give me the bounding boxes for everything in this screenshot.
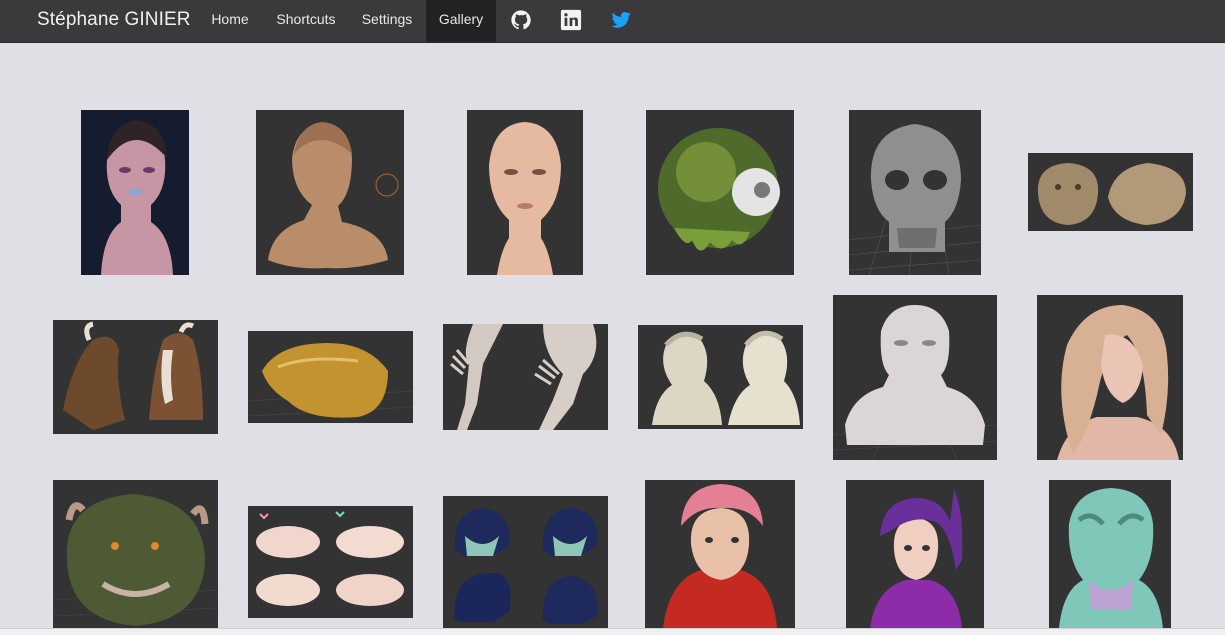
gallery-item-tiger-heads[interactable] [1028,153,1193,231]
top-navbar: Stéphane GINIER Home Shortcuts Settings … [0,0,1225,43]
gallery-item-green-monster[interactable] [53,480,218,628]
linkedin-icon[interactable] [560,9,582,31]
gallery-item-horse-heads[interactable] [53,320,218,434]
gallery-item-pink-hair-boy[interactable] [645,480,795,628]
gallery-item-pink-blobs[interactable] [248,506,413,618]
gallery-item-long-hair-woman[interactable] [1037,295,1183,460]
gallery-item-purple-hair-girl[interactable] [846,480,984,628]
gallery-item-woman-purple-lips[interactable] [81,110,189,275]
gallery-item-golden-creature[interactable] [248,331,413,423]
nav-home[interactable]: Home [200,0,260,42]
nav-settings[interactable]: Settings [352,0,422,42]
gallery-item-bald-man-bust[interactable] [256,110,404,275]
nav-shortcuts[interactable]: Shortcuts [266,0,346,42]
twitter-icon[interactable] [610,9,632,31]
gallery-item-green-eye-ball[interactable] [646,110,794,275]
gallery-item-hands-arms[interactable] [443,324,608,430]
gallery-item-muscular-bust[interactable] [833,295,997,460]
github-icon[interactable] [510,9,532,31]
gallery-item-metal-skull[interactable] [849,110,981,275]
brand-title[interactable]: Stéphane GINIER [37,0,191,42]
gallery-item-blue-creatures[interactable] [443,496,608,628]
gallery-item-alien-head[interactable] [1049,480,1171,628]
gallery-item-bald-woman-head[interactable] [467,110,583,275]
gallery-item-man-heads-pair[interactable] [638,325,803,429]
nav-gallery[interactable]: Gallery [426,0,496,42]
